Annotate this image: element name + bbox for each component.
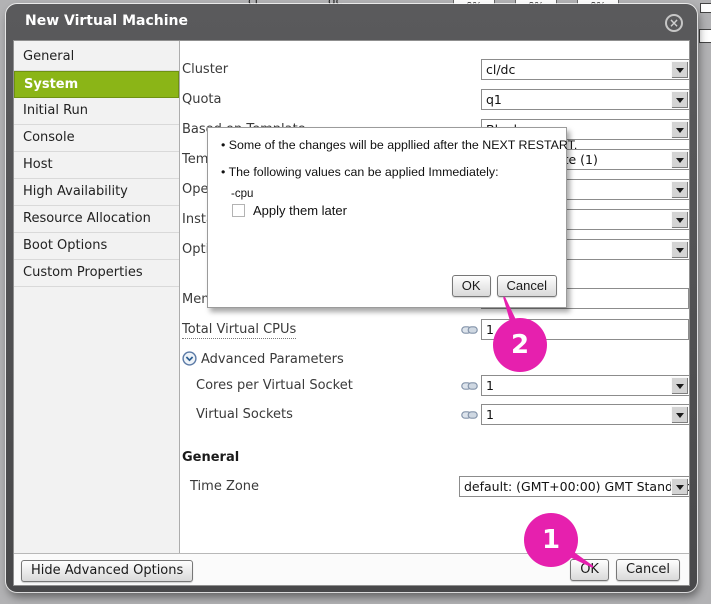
sidebar-item-boot-options[interactable]: Boot Options xyxy=(14,233,179,260)
advanced-parameters-toggle-icon[interactable] xyxy=(182,351,197,366)
sidebar-item-host[interactable]: Host xyxy=(14,152,179,179)
close-icon[interactable]: × xyxy=(665,14,683,32)
step-1-badge: 1 xyxy=(524,513,578,567)
apply-them-later-checkbox[interactable] xyxy=(232,204,245,217)
dialog-footer: Hide Advanced Options OK Cancel xyxy=(14,553,689,585)
sidebar-item-console[interactable]: Console xyxy=(14,125,179,152)
dropdown-arrow-icon xyxy=(671,61,688,78)
dialog-body: General System Initial Run Console Host … xyxy=(13,40,690,586)
quota-select-value: q1 xyxy=(482,90,689,109)
hide-advanced-options-button[interactable]: Hide Advanced Options xyxy=(21,560,193,582)
link-icon xyxy=(461,325,478,335)
apply-them-later-label: Apply them later xyxy=(253,203,347,218)
virtual-sockets-select[interactable]: 1 xyxy=(481,404,690,425)
link-icon xyxy=(461,410,478,420)
sidebar-item-general[interactable]: General xyxy=(14,44,179,71)
dropdown-arrow-icon xyxy=(671,406,688,423)
ok-button[interactable]: OK xyxy=(570,559,609,581)
step-2-badge: 2 xyxy=(493,318,547,372)
popup-ok-button[interactable]: OK xyxy=(452,275,491,297)
popup-bullet-immediate: The following values can be applied Imme… xyxy=(221,165,499,179)
cluster-select[interactable]: cl/dc xyxy=(481,59,690,80)
sidebar-item-high-availability[interactable]: High Availability xyxy=(14,179,179,206)
cancel-button[interactable]: Cancel xyxy=(616,559,680,581)
cores-per-socket-select[interactable]: 1 xyxy=(481,375,690,396)
quota-select[interactable]: q1 xyxy=(481,89,690,110)
time-zone-label: Time Zone xyxy=(190,479,259,494)
dialog-title: New Virtual Machine xyxy=(25,13,188,29)
virtual-sockets-select-value: 1 xyxy=(482,405,689,424)
background-edge-box xyxy=(700,3,711,13)
quota-label: Quota xyxy=(182,92,222,107)
cores-per-socket-label: Cores per Virtual Socket xyxy=(196,378,353,393)
virtual-sockets-label: Virtual Sockets xyxy=(196,407,293,422)
sidebar-item-system[interactable]: System xyxy=(14,71,179,98)
dropdown-arrow-icon xyxy=(671,377,688,394)
dropdown-arrow-icon xyxy=(671,91,688,108)
cores-per-socket-select-value: 1 xyxy=(482,376,689,395)
dropdown-arrow-icon xyxy=(671,478,688,495)
time-zone-select[interactable]: default: (GMT+00:00) GMT Standard xyxy=(459,476,690,497)
advanced-parameters-label: Advanced Parameters xyxy=(201,352,344,367)
sidebar-item-custom-properties[interactable]: Custom Properties xyxy=(14,260,179,287)
link-icon xyxy=(461,381,478,391)
popup-bullet-restart: Some of the changes will be appllied aft… xyxy=(221,138,577,152)
general-section-header: General xyxy=(182,450,239,465)
time-zone-select-value: default: (GMT+00:00) GMT Standard xyxy=(460,477,689,496)
restart-confirmation-popup: Some of the changes will be appllied aft… xyxy=(207,127,567,308)
cluster-select-value: cl/dc xyxy=(482,60,689,79)
dropdown-arrow-icon xyxy=(671,211,688,228)
screen: cl dc 0% 0% 0% New Virtual Machine × Gen… xyxy=(0,0,711,604)
popup-immediate-value: -cpu xyxy=(231,188,253,200)
cluster-label: Cluster xyxy=(182,62,228,77)
dialog-title-bar: New Virtual Machine × xyxy=(6,4,697,40)
dialog-sidebar: General System Initial Run Console Host … xyxy=(14,41,180,553)
total-virtual-cpus-label[interactable]: Total Virtual CPUs xyxy=(182,322,296,339)
dropdown-arrow-icon xyxy=(671,121,688,138)
popup-cancel-button[interactable]: Cancel xyxy=(497,275,557,297)
sidebar-item-initial-run[interactable]: Initial Run xyxy=(14,98,179,125)
dropdown-arrow-icon xyxy=(671,151,688,168)
sidebar-item-resource-allocation[interactable]: Resource Allocation xyxy=(14,206,179,233)
dropdown-arrow-icon xyxy=(671,181,688,198)
background-edge-box xyxy=(699,29,711,43)
dropdown-arrow-icon xyxy=(671,241,688,258)
